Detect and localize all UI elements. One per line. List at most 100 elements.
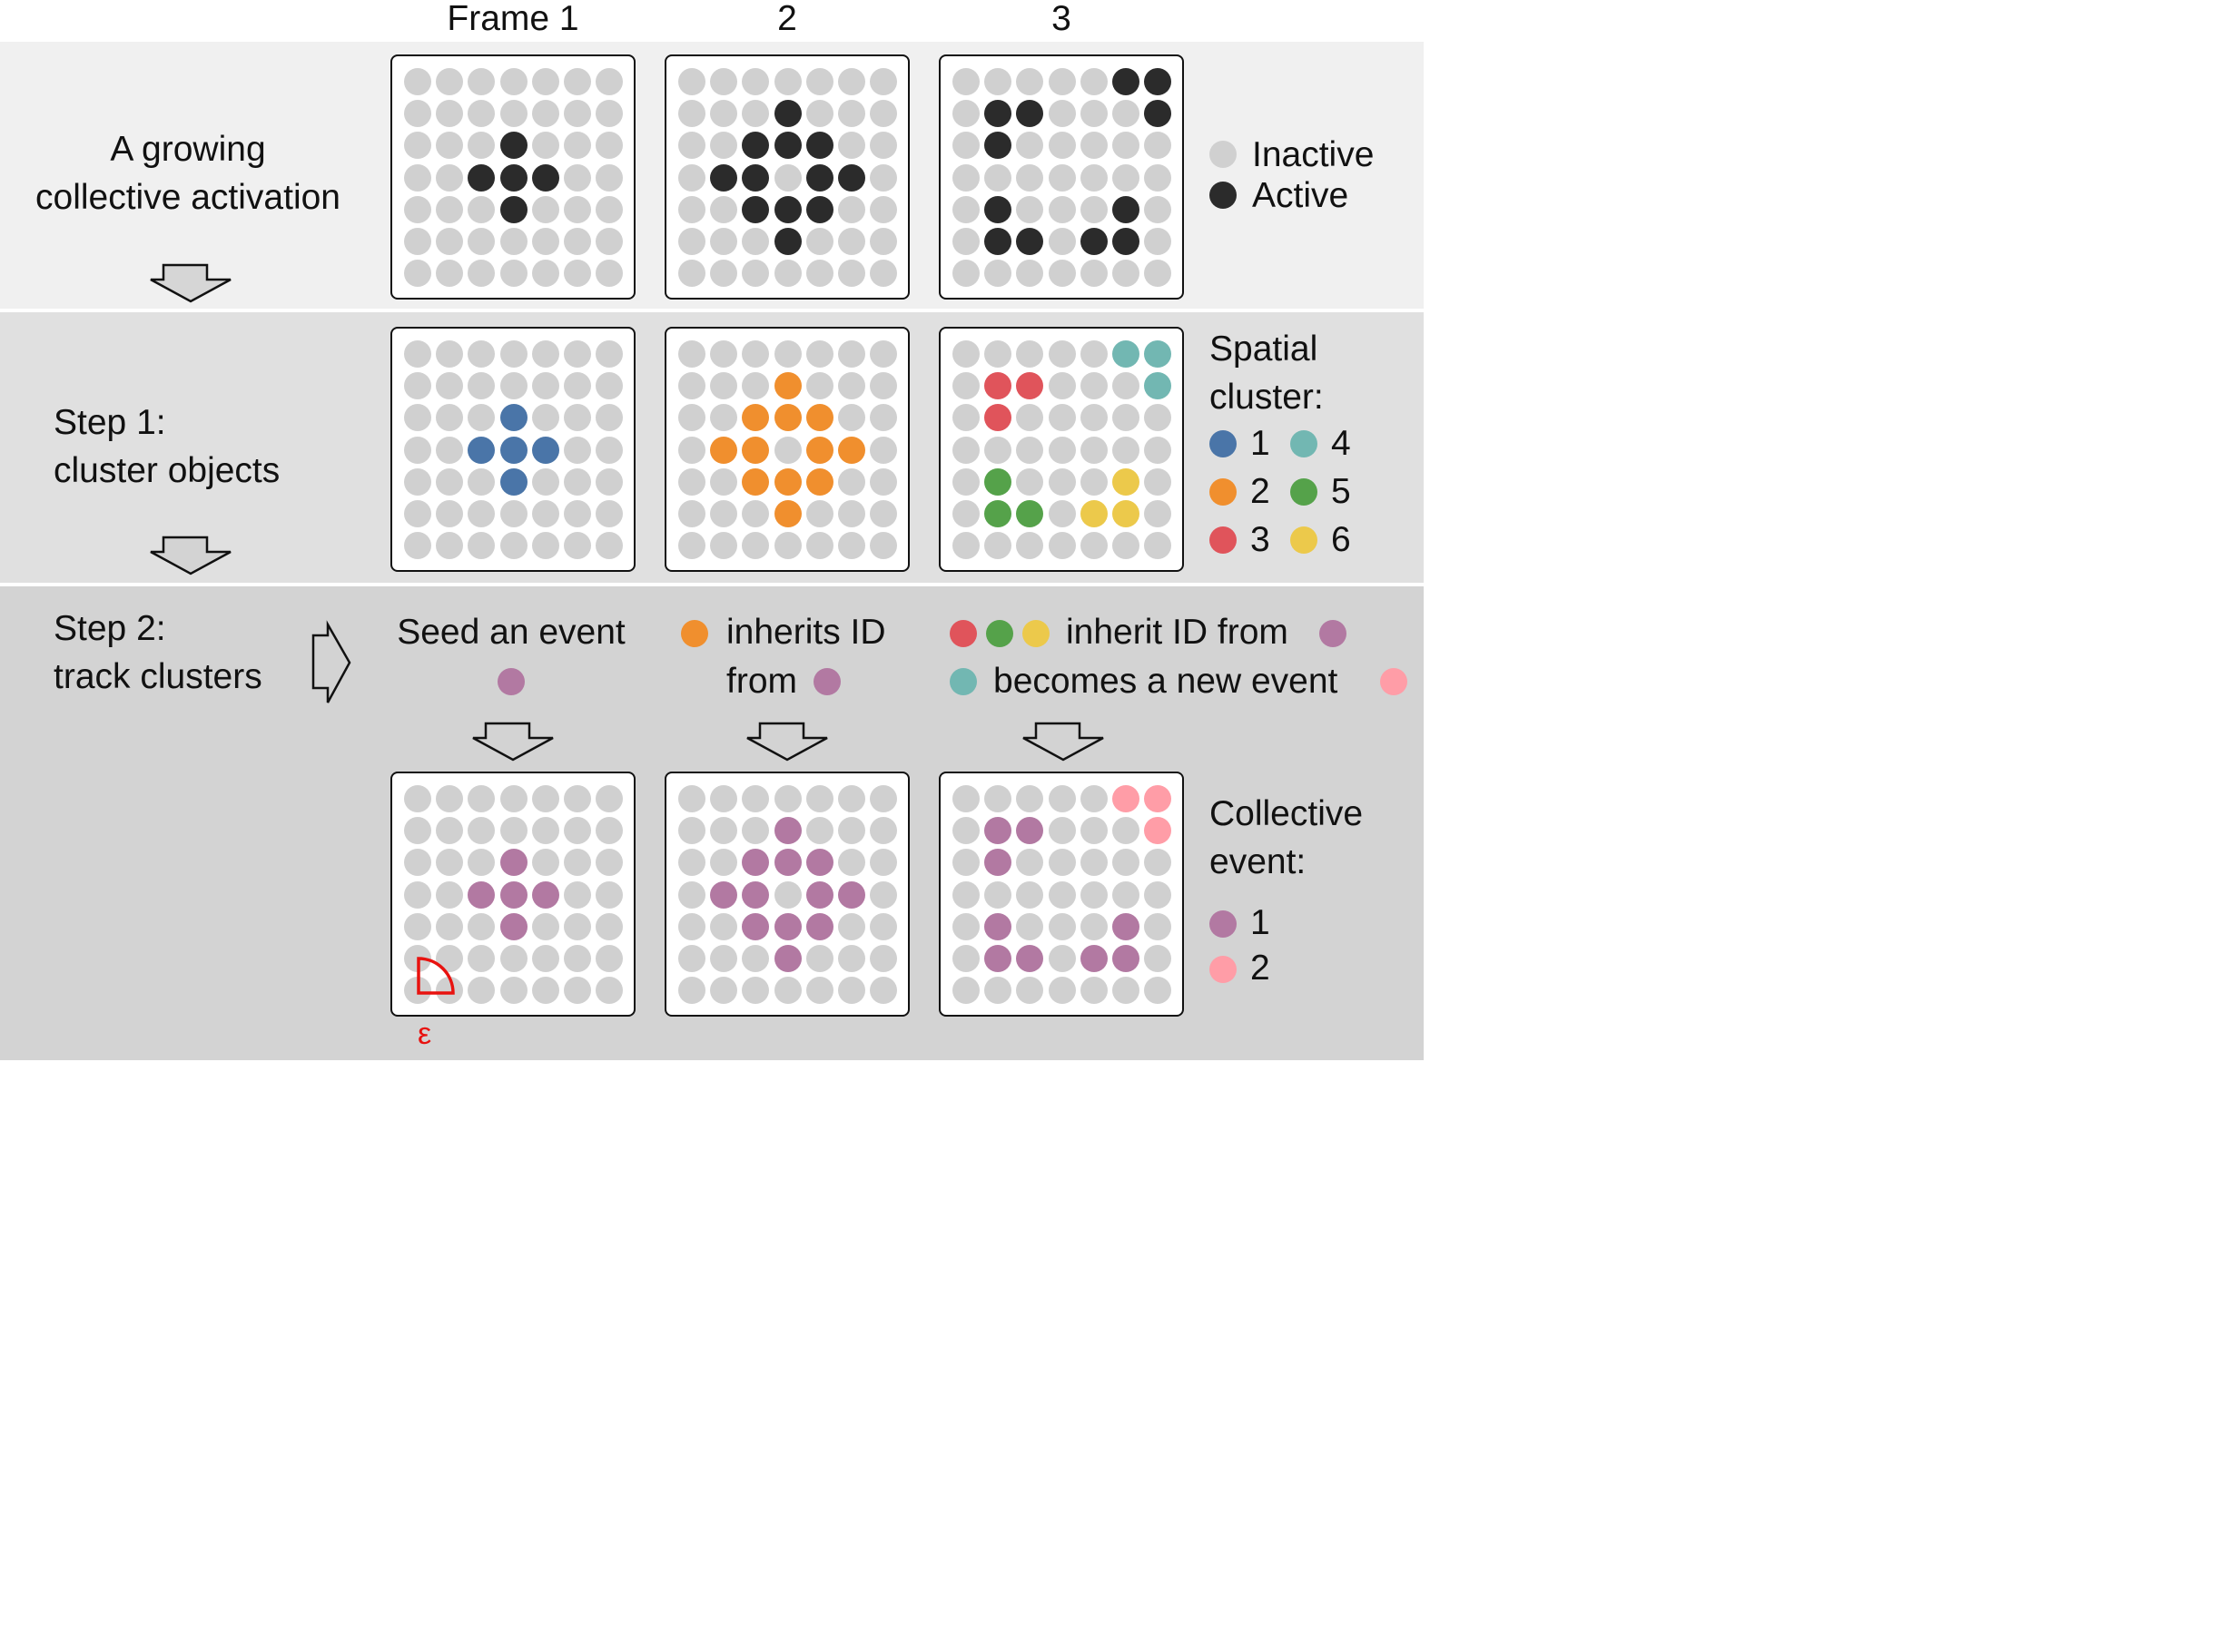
inactive-dot: [596, 912, 624, 940]
inactive-dot: [1144, 436, 1172, 464]
inactive-dot: [678, 132, 705, 160]
inactive-dot: [404, 100, 431, 128]
active-dot: [1112, 912, 1139, 940]
inactive-dot: [404, 163, 431, 192]
active-legend-label: Active: [1252, 176, 1349, 215]
active-dot: [1112, 785, 1139, 812]
cluster-legend-title-line1: Spatial: [1209, 329, 1318, 369]
inactive-dot: [531, 532, 559, 560]
inactive-dot: [564, 68, 591, 95]
inactive-dot: [952, 132, 980, 160]
inactive-dot: [710, 912, 738, 940]
active-dot: [742, 163, 770, 192]
inactive-dot: [1016, 849, 1044, 877]
inactive-dot: [499, 500, 528, 527]
active-dot: [774, 467, 802, 496]
inactive-dot: [952, 912, 980, 940]
activation-label-line2: collective activation: [35, 178, 340, 217]
active-dot: [984, 849, 1012, 877]
down-arrow-icon: [472, 722, 554, 762]
inactive-dot: [1016, 912, 1044, 940]
cluster-legend-label: 1: [1250, 424, 1270, 463]
cluster-5-dot: [986, 620, 1013, 647]
inactive-dot: [742, 372, 770, 400]
cluster-grid-frame-2: [665, 327, 910, 572]
inactive-dot: [710, 340, 738, 368]
inactive-dot: [1048, 260, 1076, 288]
inactive-dot: [805, 977, 833, 1005]
inactive-dot: [1080, 817, 1108, 845]
inactive-dot: [710, 532, 738, 560]
inactive-dot: [838, 260, 865, 288]
inactive-dot: [468, 500, 496, 527]
inactive-dot: [952, 260, 980, 288]
active-dot: [742, 195, 770, 223]
inactive-dot: [596, 467, 624, 496]
event-grid-frame-2: [665, 772, 910, 1017]
active-dot: [710, 880, 738, 909]
inactive-legend-dot: [1209, 141, 1237, 168]
inactive-dot: [838, 100, 865, 128]
inactive-dot: [838, 849, 865, 877]
inactive-dot: [952, 372, 980, 400]
active-dot: [774, 228, 802, 255]
inactive-dot: [710, 500, 738, 527]
inactive-dot: [742, 532, 770, 560]
active-dot: [774, 817, 802, 845]
inactive-dot: [596, 785, 624, 812]
inactive-dot: [531, 467, 559, 496]
inactive-dot: [596, 500, 624, 527]
active-dot: [984, 467, 1012, 496]
event-legend-label: 1: [1250, 903, 1270, 942]
inactive-dot: [984, 436, 1012, 464]
inactive-dot: [468, 467, 496, 496]
active-dot: [742, 849, 770, 877]
inactive-dot: [1080, 372, 1108, 400]
inactive-dot: [710, 100, 738, 128]
inactive-dot: [774, 163, 802, 192]
inactive-dot: [678, 880, 705, 909]
inactive-dot: [870, 817, 898, 845]
inactive-dot: [742, 977, 770, 1005]
inactive-dot: [952, 785, 980, 812]
active-dot: [774, 372, 802, 400]
inactive-dot: [984, 260, 1012, 288]
active-dot: [838, 163, 865, 192]
inactive-dot: [870, 163, 898, 192]
cluster-6-legend-dot: [1290, 526, 1317, 554]
active-dot: [1112, 340, 1139, 368]
event-legend-title-line2: event:: [1209, 842, 1307, 881]
inactive-dot: [468, 945, 496, 972]
inactive-dot: [952, 436, 980, 464]
inactive-dot: [1112, 977, 1139, 1005]
inactive-dot: [805, 340, 833, 368]
inactive-dot: [596, 195, 624, 223]
inactive-dot: [1048, 372, 1076, 400]
cluster-2-legend-dot: [1209, 478, 1237, 506]
inactive-dot: [531, 228, 559, 255]
active-dot: [1112, 195, 1139, 223]
inactive-dot: [678, 340, 705, 368]
inactive-dot: [468, 912, 496, 940]
event-2-legend-dot: [1209, 956, 1237, 983]
inactive-dot: [742, 500, 770, 527]
inactive-dot: [1112, 532, 1139, 560]
inactive-dot: [404, 532, 431, 560]
inactive-dot: [564, 532, 591, 560]
inactive-dot: [805, 817, 833, 845]
inactive-dot: [596, 849, 624, 877]
inactive-dot: [404, 849, 431, 877]
inactive-dot: [436, 260, 464, 288]
inactive-dot: [499, 340, 528, 368]
inactive-dot: [564, 467, 591, 496]
inactive-dot: [952, 163, 980, 192]
inactive-dot: [870, 532, 898, 560]
activity-grid-frame-1: [390, 54, 636, 300]
inactive-dot: [1144, 532, 1172, 560]
inactive-dot: [468, 785, 496, 812]
inactive-dot: [531, 100, 559, 128]
inactive-dot: [531, 945, 559, 972]
active-dot: [838, 880, 865, 909]
inactive-dot: [774, 436, 802, 464]
inactive-dot: [1144, 500, 1172, 527]
